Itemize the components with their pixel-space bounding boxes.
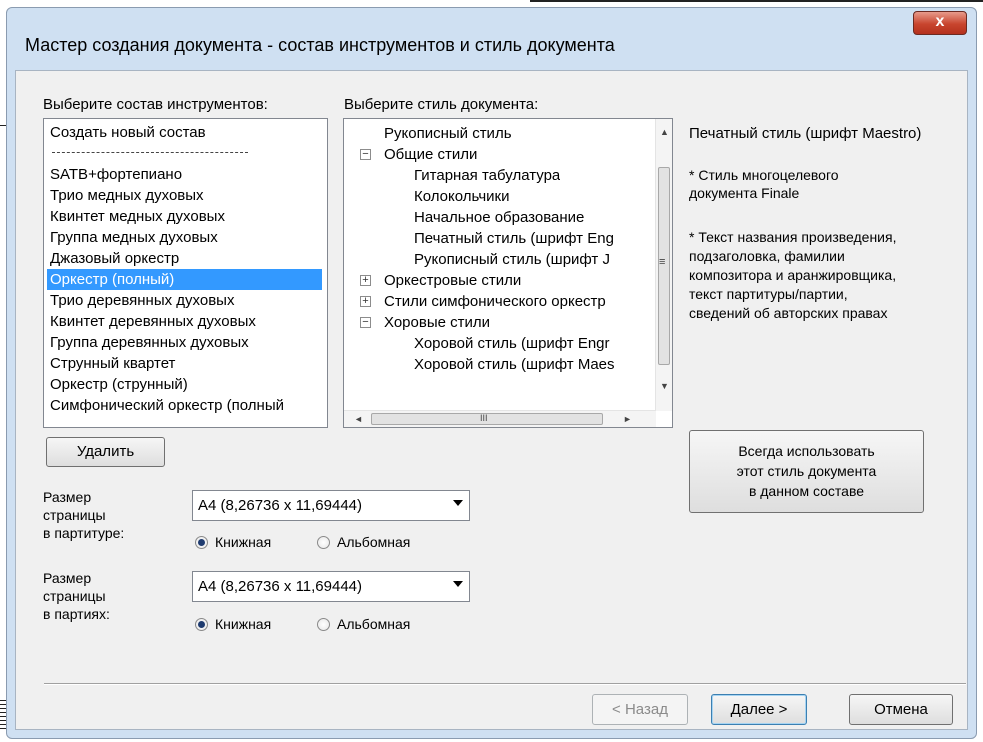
scroll-right-arrow[interactable]: ►	[623, 414, 632, 424]
ensemble-list-item[interactable]: Создать новый состав	[47, 122, 206, 143]
parts-portrait-label[interactable]: Книжная	[215, 616, 271, 632]
scroll-left-arrow[interactable]: ◄	[354, 414, 363, 424]
scroll-up-arrow[interactable]: ▲	[660, 127, 669, 137]
ensemble-list-item[interactable]: Симфонический оркестр (полный	[47, 395, 284, 416]
dialog-client-area: Выберите состав инструментов: Создать но…	[15, 70, 968, 730]
ensemble-list-item[interactable]: Группа медных духовых	[47, 227, 218, 248]
description-bullet2-line2: подзаголовка, фамилии	[689, 248, 845, 264]
title-bar: Мастер создания документа - состав инстр…	[7, 8, 976, 78]
collapse-icon[interactable]: −	[360, 317, 371, 328]
score-page-label-line2: страницы	[43, 507, 106, 523]
parts-landscape-label[interactable]: Альбомная	[337, 616, 410, 632]
description-bullet2-line4: текст партитуры/партии,	[689, 286, 848, 302]
ensemble-list-item[interactable]: Квинтет деревянных духовых	[47, 311, 256, 332]
parts-page-label-line1: Размер	[43, 570, 92, 586]
style-treeview[interactable]: Рукописный стиль − Общие стили Гитарная таб…	[343, 118, 673, 428]
chevron-down-icon	[453, 500, 463, 506]
description-bullet2-line3: композитора и аранжировщика,	[689, 267, 897, 283]
ensemble-listbox[interactable]: Создать новый состав SATB+фортепиано Трио …	[43, 118, 328, 428]
scroll-grip-icon: ≡	[659, 256, 666, 268]
ensemble-list-item[interactable]: Квинтет медных духовых	[47, 206, 225, 227]
style-tree-item[interactable]: Рукописный стиль	[384, 123, 512, 144]
delete-button[interactable]: Удалить	[46, 437, 165, 467]
ensemble-list-item[interactable]: SATB+фортепиано	[47, 164, 182, 185]
style-tree-item[interactable]: Стили симфонического оркестр	[384, 291, 606, 312]
cancel-button-label: Отмена	[874, 701, 928, 718]
cancel-button[interactable]: Отмена	[849, 694, 953, 725]
score-page-label-line3: в партитуре:	[43, 525, 125, 541]
style-description-title: Печатный стиль (шрифт Maestro)	[689, 125, 922, 142]
description-bullet2-line5: сведений об авторских правах	[689, 305, 888, 321]
score-page-size-value: A4 (8,26736 x 11,69444)	[198, 497, 363, 514]
ensemble-list-item[interactable]: Трио деревянных духовых	[47, 290, 234, 311]
always-use-style-button[interactable]: Всегда использовать этот стиль документа…	[689, 430, 924, 513]
hscroll-grip-icon: III	[480, 413, 488, 423]
style-horizontal-scrollbar[interactable]: ◄ III ►	[344, 410, 656, 427]
ensemble-list-item[interactable]: Оркестр (струнный)	[47, 374, 188, 395]
score-landscape-radio[interactable]	[317, 536, 330, 549]
expand-icon[interactable]: +	[360, 296, 371, 307]
expand-icon[interactable]: +	[360, 275, 371, 286]
description-bullet2-line1: * Текст названия произведения,	[689, 229, 897, 245]
score-page-size-select[interactable]: A4 (8,26736 x 11,69444)	[192, 490, 470, 521]
always-use-line1: Всегда использовать	[738, 443, 875, 459]
always-use-line3: в данном составе	[748, 483, 865, 499]
style-tree-item[interactable]: Колокольчики	[414, 186, 509, 207]
dialog-title: Мастер создания документа - состав инстр…	[25, 35, 615, 55]
close-button[interactable]: x	[913, 11, 967, 35]
delete-button-label: Удалить	[76, 443, 135, 460]
next-button[interactable]: Далее >	[711, 694, 807, 725]
ensemble-list-item[interactable]: Трио медных духовых	[47, 185, 204, 206]
ensemble-label: Выберите состав инструментов:	[43, 96, 268, 113]
back-button[interactable]: < Назад	[592, 694, 688, 725]
style-tree-item[interactable]: Гитарная табулатура	[414, 165, 560, 186]
style-tree-item[interactable]: Хоровые стили	[384, 312, 490, 333]
background-line-top	[530, 0, 983, 2]
collapse-icon[interactable]: −	[360, 149, 371, 160]
scroll-down-arrow[interactable]: ▼	[660, 381, 669, 391]
horizontal-scroll-thumb[interactable]: III	[371, 413, 603, 425]
style-tree-item[interactable]: Общие стили	[384, 144, 477, 165]
ensemble-list-item[interactable]: Группа деревянных духовых	[47, 332, 249, 353]
chevron-down-icon	[453, 581, 463, 587]
style-tree-item[interactable]: Хоровой стиль (шрифт Engr	[414, 333, 610, 354]
score-portrait-radio[interactable]	[195, 536, 208, 549]
back-button-label: < Назад	[612, 701, 668, 718]
parts-page-size-select[interactable]: A4 (8,26736 x 11,69444)	[192, 571, 470, 602]
style-tree-item[interactable]: Оркестровые стили	[384, 270, 521, 291]
list-separator	[52, 152, 248, 153]
style-tree-item[interactable]: Хоровой стиль (шрифт Maes	[414, 354, 615, 375]
parts-page-size-value: A4 (8,26736 x 11,69444)	[198, 578, 363, 595]
style-vertical-scrollbar[interactable]: ▲ ≡ ▼	[655, 119, 672, 411]
ensemble-list-item[interactable]: Оркестр (полный)	[47, 269, 322, 290]
parts-page-label-line3: в партиях:	[43, 606, 110, 622]
ensemble-list-item[interactable]: Струнный квартет	[47, 353, 175, 374]
description-bullet1-line1: * Стиль многоцелевого	[689, 167, 839, 183]
score-landscape-label[interactable]: Альбомная	[337, 534, 410, 550]
next-button-label: Далее >	[730, 701, 788, 718]
parts-landscape-radio[interactable]	[317, 618, 330, 631]
always-use-line2: этот стиль документа	[736, 463, 877, 479]
score-page-label-line1: Размер	[43, 489, 92, 505]
wizard-dialog: Мастер создания документа - состав инстр…	[6, 7, 977, 739]
description-bullet1-line2: документа Finale	[689, 185, 800, 201]
style-tree-item[interactable]: Начальное образование	[414, 207, 584, 228]
style-tree-item[interactable]: Печатный стиль (шрифт Eng	[414, 228, 614, 249]
ensemble-list-item[interactable]: Джазовый оркестр	[47, 248, 179, 269]
parts-portrait-radio[interactable]	[195, 618, 208, 631]
parts-page-label-line2: страницы	[43, 588, 106, 604]
footer-separator	[44, 683, 966, 685]
score-portrait-label[interactable]: Книжная	[215, 534, 271, 550]
style-label: Выберите стиль документа:	[344, 96, 539, 113]
vertical-scroll-thumb[interactable]: ≡	[658, 167, 670, 365]
style-tree-item[interactable]: Рукописный стиль (шрифт J	[414, 249, 610, 270]
